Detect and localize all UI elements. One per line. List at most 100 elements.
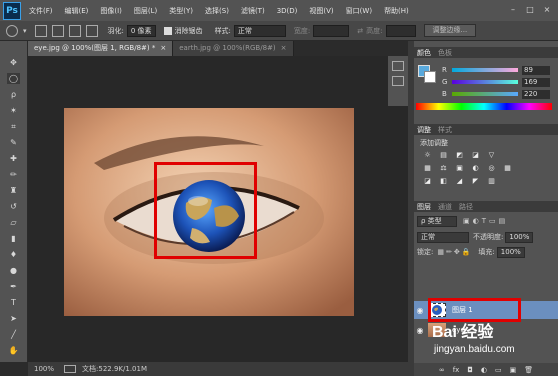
- channel-mixer-icon[interactable]: ◎: [486, 164, 497, 173]
- color-spectrum[interactable]: [416, 103, 552, 110]
- brush-tool-icon[interactable]: ✏: [7, 169, 20, 180]
- add-adjustment-title: 添加调整: [420, 139, 448, 147]
- subtract-selection-icon[interactable]: [68, 24, 81, 37]
- document-tabs: eye.jpg @ 100%(图层 1, RGB/8#) * × earth.jp…: [28, 41, 408, 56]
- tab-styles[interactable]: 样式: [438, 125, 452, 135]
- feather-input[interactable]: 0 像素: [126, 24, 156, 37]
- hue-saturation-icon[interactable]: ▦: [422, 164, 433, 173]
- menu-view[interactable]: 视图(V): [309, 6, 333, 16]
- add-selection-icon[interactable]: [51, 24, 64, 37]
- tab-color[interactable]: 颜色: [417, 48, 431, 58]
- type-tool-icon[interactable]: T: [7, 297, 20, 308]
- menu-select[interactable]: 选择(S): [205, 6, 229, 16]
- eyedropper-tool-icon[interactable]: ✎: [7, 137, 20, 148]
- tab-paths[interactable]: 路径: [459, 202, 473, 212]
- properties-panel-icon[interactable]: [392, 76, 404, 86]
- menu-file[interactable]: 文件(F): [29, 6, 53, 16]
- brightness-icon[interactable]: ☼: [422, 151, 433, 160]
- eye-icon[interactable]: ◉: [414, 306, 426, 315]
- tab-layers[interactable]: 图层: [417, 202, 431, 212]
- blend-mode-select[interactable]: 正常: [417, 231, 469, 243]
- pen-tool-icon[interactable]: ✒: [7, 281, 20, 292]
- chevron-down-icon[interactable]: ▾: [23, 27, 27, 35]
- status-menu-icon[interactable]: [64, 365, 77, 373]
- black-white-icon[interactable]: ▣: [454, 164, 465, 173]
- swap-icon[interactable]: ⇄: [357, 27, 363, 35]
- antialias-checkbox[interactable]: [163, 26, 172, 35]
- menu-type[interactable]: 类型(Y): [169, 6, 193, 16]
- tab-swatches[interactable]: 色板: [438, 48, 452, 58]
- close-icon[interactable]: ×: [281, 44, 287, 52]
- close-icon[interactable]: ×: [160, 44, 166, 52]
- levels-icon[interactable]: ▤: [438, 151, 449, 160]
- history-panel-icon[interactable]: [392, 61, 404, 71]
- blur-tool-icon[interactable]: ♦: [7, 249, 20, 260]
- opacity-input[interactable]: 100%: [505, 231, 534, 243]
- style-select[interactable]: 正常: [233, 24, 286, 37]
- green-value[interactable]: 169: [522, 77, 550, 87]
- gradient-tool-icon[interactable]: ▮: [7, 233, 20, 244]
- tab-channels[interactable]: 通道: [438, 202, 452, 212]
- tab-earth[interactable]: earth.jpg @ 100%(RGB/8#) ×: [173, 41, 294, 56]
- layer-kind-filter[interactable]: ρ 类型: [417, 215, 457, 227]
- elliptical-marquee-icon[interactable]: [6, 24, 18, 37]
- width-label: 宽度:: [293, 26, 311, 35]
- background-color-swatch[interactable]: [424, 71, 436, 83]
- menu-help[interactable]: 帮助(H): [384, 6, 409, 16]
- hand-tool-icon[interactable]: ✋: [7, 345, 20, 356]
- fill-input[interactable]: 100%: [496, 246, 525, 258]
- refine-edge-button[interactable]: 调整边缘...: [423, 24, 477, 37]
- blue-slider-row: B 220: [442, 89, 556, 99]
- blue-value[interactable]: 220: [522, 89, 550, 99]
- eraser-tool-icon[interactable]: ▱: [7, 217, 20, 228]
- lock-icons[interactable]: ▦✏✥🔒: [437, 248, 472, 256]
- move-tool-icon[interactable]: ✥: [7, 57, 20, 68]
- minimize-button[interactable]: –: [506, 4, 520, 16]
- canvas-area[interactable]: [28, 56, 408, 362]
- menu-filter[interactable]: 滤镜(T): [241, 6, 265, 16]
- menu-image[interactable]: 图像(I): [100, 6, 122, 16]
- tab-adjustments[interactable]: 调整: [417, 125, 431, 135]
- eye-icon[interactable]: ◉: [414, 326, 426, 335]
- posterize-icon[interactable]: ◧: [438, 177, 449, 186]
- gradient-map-icon[interactable]: ◤: [470, 177, 481, 186]
- path-selection-tool-icon[interactable]: ➤: [7, 313, 20, 324]
- green-slider[interactable]: [452, 80, 518, 84]
- shape-tool-icon[interactable]: ╱: [7, 329, 20, 340]
- zoom-level[interactable]: 100%: [34, 365, 54, 373]
- exposure-icon[interactable]: ◪: [470, 151, 481, 160]
- red-slider[interactable]: [452, 68, 518, 72]
- height-input[interactable]: [385, 24, 416, 37]
- clone-stamp-tool-icon[interactable]: ♜: [7, 185, 20, 196]
- blue-slider[interactable]: [452, 92, 518, 96]
- history-brush-tool-icon[interactable]: ↺: [7, 201, 20, 212]
- magic-wand-tool-icon[interactable]: ✶: [7, 105, 20, 116]
- photo-filter-icon[interactable]: ◐: [470, 164, 481, 173]
- menu-edit[interactable]: 编辑(E): [65, 6, 89, 16]
- color-lookup-icon[interactable]: ▦: [502, 164, 513, 173]
- intersect-selection-icon[interactable]: [85, 24, 98, 37]
- color-balance-icon[interactable]: ⚖: [438, 164, 449, 173]
- close-button[interactable]: ×: [540, 4, 554, 16]
- marquee-tool-icon[interactable]: ◯: [7, 73, 20, 84]
- filter-icons[interactable]: ▣◐T▭▤: [463, 217, 508, 225]
- threshold-icon[interactable]: ◢: [454, 177, 465, 186]
- red-value[interactable]: 89: [522, 65, 550, 75]
- lasso-tool-icon[interactable]: ρ: [7, 89, 20, 100]
- menu-window[interactable]: 窗口(W): [346, 6, 372, 16]
- crop-tool-icon[interactable]: ⌗: [7, 121, 20, 132]
- photoshop-logo: Ps: [3, 1, 21, 20]
- width-input[interactable]: [313, 24, 350, 37]
- vibrance-icon[interactable]: ▽: [486, 151, 497, 160]
- menu-3d[interactable]: 3D(D): [277, 7, 298, 15]
- maximize-button[interactable]: □: [523, 4, 537, 16]
- tab-eye[interactable]: eye.jpg @ 100%(图层 1, RGB/8#) * ×: [28, 41, 174, 56]
- watermark-url: jingyan.baidu.com: [434, 344, 515, 355]
- menu-layer[interactable]: 图层(L): [134, 6, 157, 16]
- healing-brush-tool-icon[interactable]: ✚: [7, 153, 20, 164]
- dodge-tool-icon[interactable]: ●: [7, 265, 20, 276]
- curves-icon[interactable]: ◩: [454, 151, 465, 160]
- new-selection-icon[interactable]: [34, 24, 47, 37]
- invert-icon[interactable]: ◪: [422, 177, 433, 186]
- selective-color-icon[interactable]: ▥: [486, 177, 497, 186]
